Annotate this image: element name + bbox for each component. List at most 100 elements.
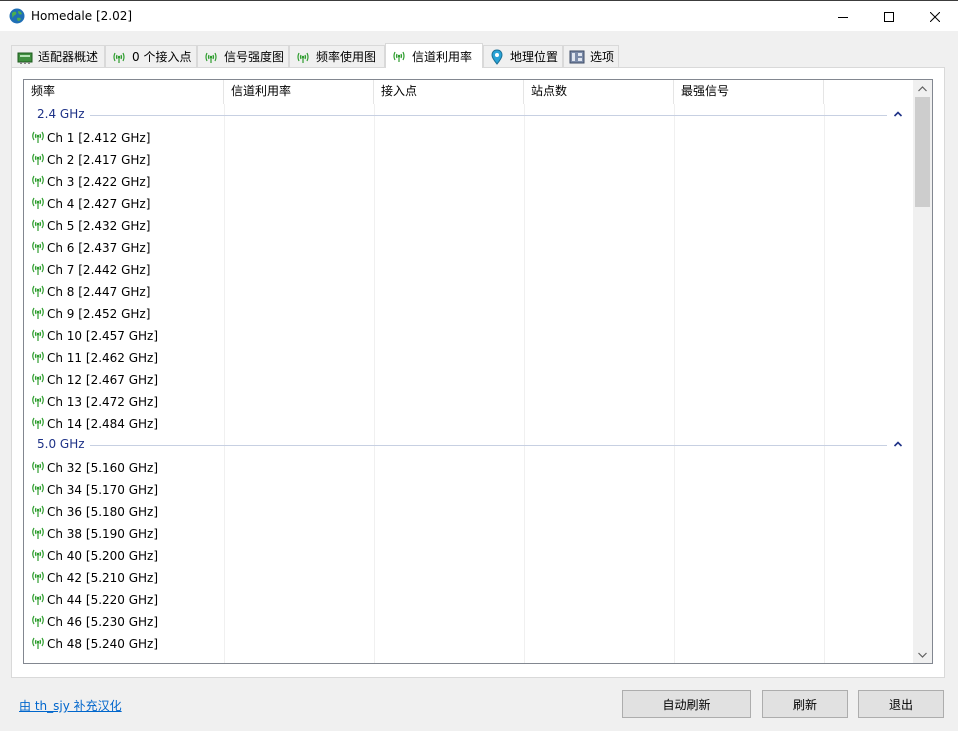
minimize-button[interactable] xyxy=(820,1,866,32)
table-row[interactable]: Ch 44 [5.220 GHz] xyxy=(24,589,914,611)
wifi-signal-icon xyxy=(32,571,44,583)
credit-link[interactable]: 由 th_sjy 补充汉化 xyxy=(19,697,122,714)
group-divider xyxy=(37,445,887,446)
wifi-signal-icon xyxy=(297,52,309,63)
tab-channel-utilization[interactable]: 信道利用率 xyxy=(385,43,483,68)
options-icon xyxy=(569,50,585,63)
table-row[interactable]: Ch 4 [2.427 GHz] xyxy=(24,193,914,215)
wifi-signal-icon xyxy=(205,52,217,63)
column-header-access-points[interactable]: 接入点 xyxy=(374,80,524,104)
column-header-utilization[interactable]: 信道利用率 xyxy=(224,80,374,104)
table-row[interactable]: Ch 38 [5.190 GHz] xyxy=(24,523,914,545)
collapse-chevron-icon[interactable] xyxy=(892,108,904,120)
wifi-signal-icon xyxy=(32,549,44,561)
chevron-down-icon xyxy=(918,652,927,658)
table-row[interactable]: Ch 2 [2.417 GHz] xyxy=(24,149,914,171)
table-row[interactable]: Ch 12 [2.467 GHz] xyxy=(24,369,914,391)
channel-label: Ch 5 [2.432 GHz] xyxy=(47,219,151,233)
group-header[interactable]: 5.0 GHz xyxy=(24,434,914,456)
channel-label: Ch 38 [5.190 GHz] xyxy=(47,527,159,541)
group-divider xyxy=(37,115,887,116)
auto-refresh-button[interactable]: 自动刷新 xyxy=(622,690,751,718)
wifi-signal-icon xyxy=(32,197,44,209)
column-header-frequency[interactable]: 频率 xyxy=(24,80,224,104)
tab-frequency-usage[interactable]: 频率使用图 xyxy=(289,45,385,67)
table-row[interactable]: Ch 9 [2.452 GHz] xyxy=(24,303,914,325)
vertical-scrollbar[interactable] xyxy=(913,80,932,663)
group-label: 5.0 GHz xyxy=(37,437,90,451)
table-row[interactable]: Ch 48 [5.240 GHz] xyxy=(24,633,914,655)
table-row[interactable]: Ch 32 [5.160 GHz] xyxy=(24,457,914,479)
map-pin-icon xyxy=(491,48,503,65)
wifi-signal-icon xyxy=(32,615,44,627)
channel-label: Ch 10 [2.457 GHz] xyxy=(47,329,159,343)
wifi-signal-icon xyxy=(32,505,44,517)
scroll-down-button[interactable] xyxy=(913,646,932,663)
wifi-signal-icon xyxy=(32,241,44,253)
table-row[interactable]: Ch 42 [5.210 GHz] xyxy=(24,567,914,589)
close-icon xyxy=(930,11,940,22)
channel-label: Ch 12 [2.467 GHz] xyxy=(47,373,159,387)
table-row[interactable]: Ch 10 [2.457 GHz] xyxy=(24,325,914,347)
tab-panel: 频率 信道利用率 接入点 站点数 最强信号 2.4 GHz Ch 1 [2.412… xyxy=(11,67,945,678)
window-title: Homedale [2.02] xyxy=(31,9,133,23)
table-row[interactable]: Ch 3 [2.422 GHz] xyxy=(24,171,914,193)
scroll-thumb[interactable] xyxy=(915,97,930,207)
maximize-button[interactable] xyxy=(866,1,912,32)
chevron-up-icon xyxy=(918,85,927,91)
channel-label: Ch 32 [5.160 GHz] xyxy=(47,461,159,475)
table-row[interactable]: Ch 14 [2.484 GHz] xyxy=(24,413,914,435)
globe-icon xyxy=(9,8,25,24)
group-header[interactable]: 2.4 GHz xyxy=(24,104,914,126)
network-adapter-icon xyxy=(17,52,33,64)
scroll-up-button[interactable] xyxy=(913,80,932,97)
table-row[interactable]: Ch 13 [2.472 GHz] xyxy=(24,391,914,413)
group-label: 2.4 GHz xyxy=(37,107,90,121)
tab-label: 0 个接入点 xyxy=(132,50,192,64)
table-row[interactable]: Ch 36 [5.180 GHz] xyxy=(24,501,914,523)
close-button[interactable] xyxy=(912,1,958,32)
tab-options[interactable]: 选项 xyxy=(563,45,619,67)
tab-geolocation[interactable]: 地理位置 xyxy=(483,45,563,67)
table-row[interactable]: Ch 8 [2.447 GHz] xyxy=(24,281,914,303)
tab-label: 频率使用图 xyxy=(316,50,377,64)
wifi-signal-icon xyxy=(32,219,44,231)
table-row[interactable]: Ch 34 [5.170 GHz] xyxy=(24,479,914,501)
table-row[interactable]: Ch 11 [2.462 GHz] xyxy=(24,347,914,369)
tab-adapter-overview[interactable]: 适配器概述 xyxy=(11,45,105,67)
tab-access-points[interactable]: 0 个接入点 xyxy=(105,45,197,67)
table-row[interactable]: Ch 6 [2.437 GHz] xyxy=(24,237,914,259)
channel-label: Ch 48 [5.240 GHz] xyxy=(47,637,159,651)
wifi-signal-icon xyxy=(113,52,125,63)
list-header: 频率 信道利用率 接入点 站点数 最强信号 xyxy=(24,80,914,104)
title-bar: Homedale [2.02] xyxy=(0,0,958,31)
channel-label: Ch 8 [2.447 GHz] xyxy=(47,285,151,299)
table-row[interactable]: Ch 5 [2.432 GHz] xyxy=(24,215,914,237)
tab-signal-graph[interactable]: 信号强度图 xyxy=(197,45,289,67)
channel-label: Ch 13 [2.472 GHz] xyxy=(47,395,159,409)
table-row[interactable]: Ch 46 [5.230 GHz] xyxy=(24,611,914,633)
collapse-chevron-icon[interactable] xyxy=(892,438,904,450)
wifi-signal-icon xyxy=(32,373,44,385)
channel-list[interactable]: 频率 信道利用率 接入点 站点数 最强信号 2.4 GHz Ch 1 [2.412… xyxy=(23,79,933,664)
wifi-signal-icon xyxy=(32,461,44,473)
wifi-signal-icon xyxy=(32,593,44,605)
column-header-stations[interactable]: 站点数 xyxy=(524,80,674,104)
exit-button[interactable]: 退出 xyxy=(858,690,944,718)
channel-label: Ch 4 [2.427 GHz] xyxy=(47,197,151,211)
wifi-signal-icon xyxy=(32,131,44,143)
wifi-signal-icon xyxy=(32,329,44,341)
column-header-strongest-signal[interactable]: 最强信号 xyxy=(674,80,824,104)
table-row[interactable]: Ch 1 [2.412 GHz] xyxy=(24,127,914,149)
channel-label: Ch 42 [5.210 GHz] xyxy=(47,571,159,585)
channel-label: Ch 6 [2.437 GHz] xyxy=(47,241,151,255)
wifi-signal-icon xyxy=(32,395,44,407)
channel-label: Ch 7 [2.442 GHz] xyxy=(47,263,151,277)
table-row[interactable]: Ch 40 [5.200 GHz] xyxy=(24,545,914,567)
minimize-icon xyxy=(838,16,848,18)
channel-label: Ch 9 [2.452 GHz] xyxy=(47,307,151,321)
maximize-icon xyxy=(884,11,894,22)
table-row[interactable]: Ch 7 [2.442 GHz] xyxy=(24,259,914,281)
wifi-signal-icon xyxy=(32,153,44,165)
refresh-button[interactable]: 刷新 xyxy=(762,690,848,718)
